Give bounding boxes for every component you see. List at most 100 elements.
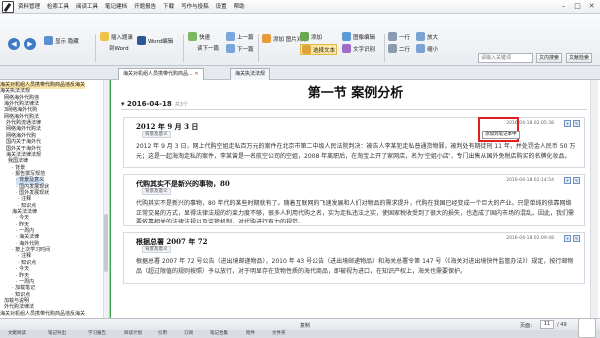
menu-item[interactable]: 开题报告	[134, 2, 156, 12]
avatar	[578, 318, 596, 338]
edit-note-icon[interactable]: ✎	[573, 235, 580, 242]
note-tag[interactable]: 背景及意义	[142, 131, 171, 138]
next-article-button[interactable]: 下一篇	[226, 44, 254, 53]
cursor-icon	[302, 45, 311, 54]
word-edit-label: Word编辑	[148, 38, 174, 45]
tree-item[interactable]: 海关对机组人员携带代购商品违反海关	[0, 311, 85, 318]
zoom-out-label: 缩小	[427, 46, 439, 53]
zoom-in-label: 放大	[427, 34, 439, 41]
image-edit-label: 图像编辑	[353, 34, 376, 41]
close-icon[interactable]: ✕	[586, 1, 597, 12]
add-to-notebook-icon[interactable]: +	[564, 120, 571, 127]
zoom-out-button[interactable]: 缩小	[416, 44, 438, 53]
sidebar-scroll-thumb[interactable]	[104, 214, 108, 272]
tab-bar: 海关对机组人员携带代购商品... ✕ 海关执法法规	[0, 66, 600, 80]
tab-close-icon[interactable]: ✕	[194, 71, 198, 77]
back-icon[interactable]: ◀	[8, 38, 20, 50]
bottom-tab[interactable]: 笔记导出	[48, 330, 66, 338]
note-date: 2016-04-18 02:09:48	[506, 236, 554, 241]
menu-item[interactable]: 检索工具	[47, 2, 69, 12]
word-icon	[137, 36, 146, 45]
read-next-wrap: 读下一篇	[197, 44, 219, 52]
select-text-label: 选择文本	[313, 47, 336, 54]
forward-icon[interactable]: ▶	[24, 38, 36, 50]
app-window: 资料管理 检索工具 阅读工具 笔记建档 开题报告 下载 写作与投稿 设置 帮助 – □ ✕ ◀ …	[0, 0, 600, 338]
quick-read-button[interactable]: 快速	[188, 32, 210, 41]
layout-icon	[44, 36, 53, 45]
sidebar-scrollbar[interactable]	[103, 80, 109, 318]
section-title: 第一节 案例分析	[307, 86, 404, 101]
ocr-icon	[342, 44, 351, 53]
title-bar: 资料管理 检索工具 阅读工具 笔记建档 开题报告 下载 写作与投稿 设置 帮助 – □ ✕	[0, 0, 600, 14]
page-input[interactable]: 11	[540, 320, 554, 329]
text-recog-button[interactable]: 文字识别	[342, 44, 375, 53]
menu-item[interactable]: 写作与投稿	[181, 2, 209, 12]
note-body: 根据总署 2007 年 72 号公告（进出境邮递物品），2010 年 43 号公…	[136, 258, 574, 275]
one-line-button[interactable]: 一行	[388, 32, 410, 41]
show-hide-button[interactable]: 显示 隐藏	[44, 36, 79, 45]
image-edit-button[interactable]: 图像编辑	[342, 32, 375, 41]
edit-note-icon[interactable]: ✎	[573, 120, 580, 127]
maximize-icon[interactable]: □	[572, 1, 583, 12]
select-text-button[interactable]: 选择文本	[300, 44, 338, 55]
search-in-doc-button[interactable]: 文内搜索	[536, 53, 563, 63]
bottom-tab[interactable]: 订阅	[184, 330, 193, 338]
menu-item[interactable]: 阅读工具	[76, 2, 98, 12]
zoom-in-button[interactable]: 放大	[416, 32, 438, 41]
tab-document-label: 海关对机组人员携带代购商品...	[123, 71, 193, 77]
add-table-button[interactable]: 添加	[300, 32, 322, 41]
prev-label: 上一篇	[237, 34, 254, 41]
image-add-icon	[262, 34, 271, 43]
add-to-notebook-icon[interactable]: +	[564, 177, 571, 184]
next-label: 下一篇	[237, 46, 254, 53]
menu-item[interactable]: 资料管理	[18, 2, 40, 12]
up-arrow-icon	[226, 32, 235, 41]
date-group-count: 共3个	[174, 102, 188, 108]
minimize-icon[interactable]: –	[558, 1, 569, 12]
edit-note-icon[interactable]: ✎	[573, 177, 580, 184]
text-recog-label: 文字识别	[353, 46, 376, 53]
sidebar-tree: 海关对机组人员携带代购商品违反海关 海关执法法规 网络海外代购违 海外代购法律法 3网络…	[0, 80, 110, 318]
note-card[interactable]: 根据总署 2007 年 72 背景及意义 2016-04-18 02:09:48…	[123, 232, 585, 284]
divider	[121, 109, 587, 110]
document-scrollbar[interactable]	[590, 80, 598, 318]
insert-icon	[100, 32, 109, 41]
note-card[interactable]: 代购其实不是新兴的事物，80 背景及意义 2016-04-18 02:14:54…	[123, 174, 585, 226]
literature-search-button[interactable]: 文献检索	[566, 53, 593, 63]
insert-problem-button[interactable]: 插入题录	[100, 32, 133, 41]
table-icon	[300, 32, 309, 41]
down-arrow-icon	[226, 44, 235, 53]
bottom-tab[interactable]: 学习报告	[88, 330, 106, 338]
bottom-tab[interactable]: 笔记合集	[210, 330, 228, 338]
add-to-notebook-icon[interactable]: +	[564, 235, 571, 242]
quick-icon	[188, 32, 197, 41]
add-table-label: 添加	[311, 34, 323, 41]
two-lines-icon	[388, 44, 397, 53]
bottom-tab[interactable]: 文献阅读	[8, 330, 26, 338]
prev-article-button[interactable]: 上一篇	[226, 32, 254, 41]
page-label: 页面：	[520, 323, 536, 329]
tab-regulations[interactable]: 海关执法法规	[230, 68, 271, 80]
document-view: 第一节 案例分析 ▾ 2016-04-18 共3个 2012 年 9 月 3 日 …	[111, 80, 600, 318]
status-bar: 复制 页面： 11 / 49	[0, 318, 600, 330]
date-group-header[interactable]: ▾ 2016-04-18 共3个	[121, 100, 188, 108]
zoom-out-icon	[416, 44, 425, 53]
quick-label: 快速	[199, 34, 211, 41]
search-input[interactable]	[478, 53, 533, 63]
bottom-tab[interactable]: 阅读计划	[124, 330, 142, 338]
bottom-tab[interactable]: 附件	[246, 330, 255, 338]
one-line-label: 一行	[399, 34, 411, 41]
image-edit-icon	[342, 32, 351, 41]
tab-document[interactable]: 海关对机组人员携带代购商品... ✕	[118, 68, 204, 80]
two-lines-button[interactable]: 二行	[388, 44, 410, 53]
bottom-tab[interactable]: 引用	[158, 330, 167, 338]
menu-item[interactable]: 下载	[163, 2, 174, 12]
menu-item[interactable]: 帮助	[234, 2, 245, 12]
bottom-tab[interactable]: 文件夹	[272, 330, 286, 338]
note-tag[interactable]: 背景及意义	[142, 246, 171, 253]
word-edit-button[interactable]: Word编辑	[137, 36, 173, 45]
menu-item[interactable]: 笔记建档	[105, 2, 127, 12]
zoom-in-icon	[416, 32, 425, 41]
menu-item[interactable]: 设置	[216, 2, 227, 12]
note-tag[interactable]: 背景及意义	[142, 188, 171, 195]
